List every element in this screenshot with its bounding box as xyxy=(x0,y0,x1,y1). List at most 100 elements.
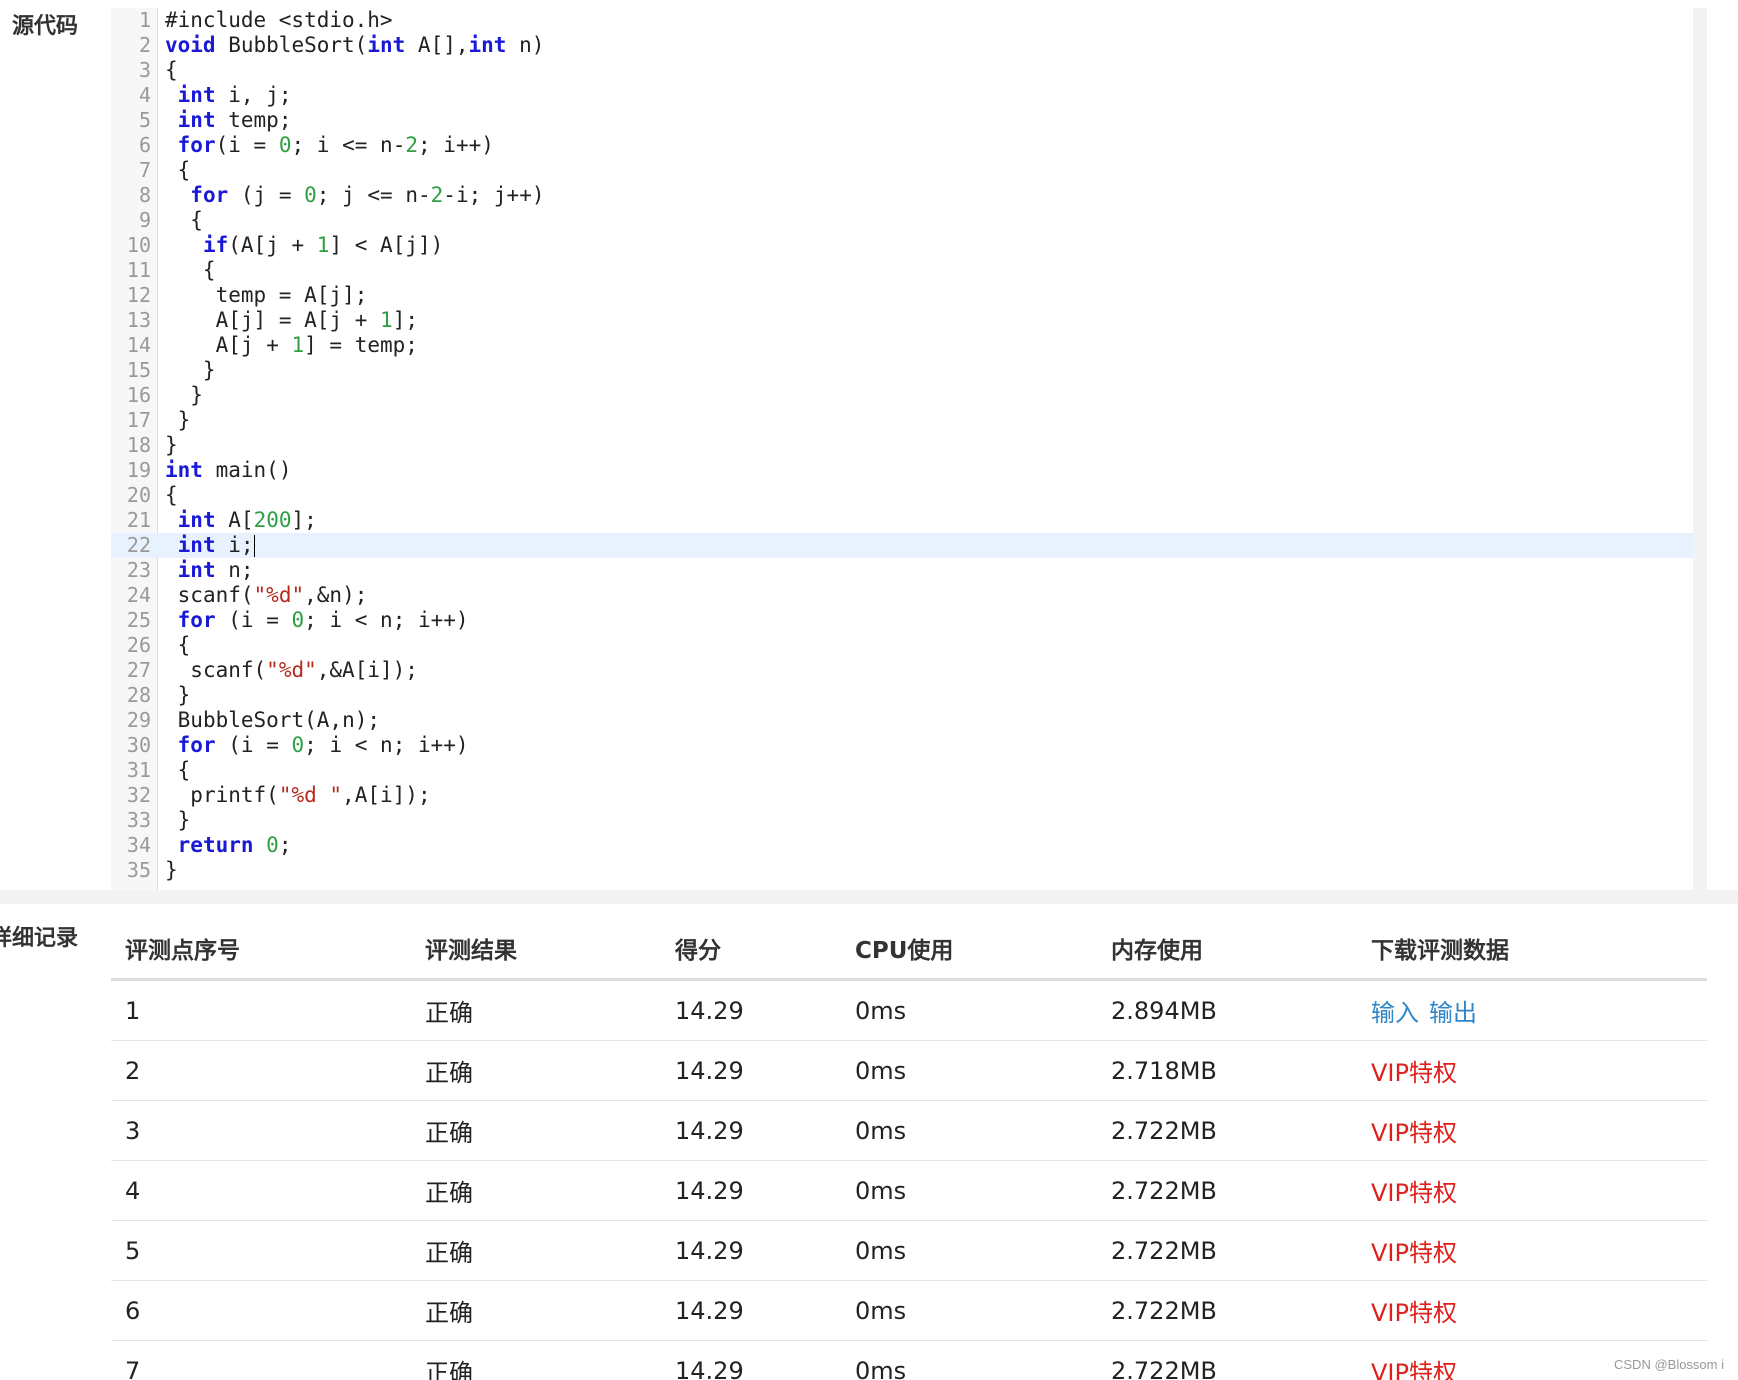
line-number: 6 xyxy=(138,133,151,157)
code-line: 24 scanf("%d",&n); xyxy=(111,583,1693,608)
line-number: 28 xyxy=(126,683,151,707)
code-line: 15 } xyxy=(111,358,1693,383)
code-line: 2 void BubbleSort(int A[],int n) xyxy=(111,33,1693,58)
code-line: 31 { xyxy=(111,758,1693,783)
vip-privilege-link[interactable]: VIP特权 xyxy=(1371,1293,1457,1328)
code-line: 4 int i, j; xyxy=(111,83,1693,108)
code-text: for (j = 0; j <= n-2-i; j++) xyxy=(190,183,545,207)
line-number: 35 xyxy=(126,858,151,882)
code-line: 1 #include <stdio.h> xyxy=(111,8,1693,33)
line-number: 14 xyxy=(126,333,151,357)
code-line: 21 int A[200]; xyxy=(111,508,1693,533)
code-line: 12 temp = A[j]; xyxy=(111,283,1693,308)
line-number: 7 xyxy=(138,158,151,182)
code-text: BubbleSort(A,n); xyxy=(177,708,381,732)
vip-privilege-link[interactable]: VIP特权 xyxy=(1371,1113,1457,1148)
section-divider xyxy=(0,890,1738,904)
table-row: 5 正确 14.29 0ms 2.722MB VIP特权 xyxy=(111,1221,1707,1281)
code-line: 5 int temp; xyxy=(111,108,1693,133)
text-cursor xyxy=(253,535,255,557)
code-text: { xyxy=(165,208,203,232)
memory-cell: 2.722MB xyxy=(1111,1296,1217,1325)
code-text: int i, j; xyxy=(177,83,292,107)
score-cell: 14.29 xyxy=(675,1056,744,1085)
cpu-cell: 0ms xyxy=(855,996,907,1025)
header-cpu: CPU使用 xyxy=(855,938,954,964)
download-cell: VIP特权 xyxy=(1371,1161,1457,1220)
case-id-cell: 1 xyxy=(125,996,141,1025)
line-number: 23 xyxy=(126,558,151,582)
code-line: 13 A[j] = A[j + 1]; xyxy=(111,308,1693,333)
code-line: 20 { xyxy=(111,483,1693,508)
code-text: A[j + 1] = temp; xyxy=(215,333,418,357)
result-cell: 正确 xyxy=(425,1119,473,1147)
code-line: 8 for (j = 0; j <= n-2-i; j++) xyxy=(111,183,1693,208)
line-number: 27 xyxy=(126,658,151,682)
code-text: if(A[j + 1] < A[j]) xyxy=(202,233,444,257)
code-line: 22 int i; xyxy=(111,533,1693,558)
download-output-link[interactable]: 输出 xyxy=(1429,993,1477,1028)
download-cell: VIP特权 xyxy=(1371,1221,1457,1280)
score-cell: 14.29 xyxy=(675,1236,744,1265)
result-cell: 正确 xyxy=(425,1299,473,1327)
code-text: scanf("%d",&n); xyxy=(177,583,368,607)
score-cell: 14.29 xyxy=(675,1356,744,1380)
code-text: } xyxy=(165,358,216,382)
code-text: { xyxy=(165,483,178,507)
header-score: 得分 xyxy=(675,938,721,964)
line-number: 3 xyxy=(138,58,151,82)
code-text: { xyxy=(165,58,178,82)
header-memory: 内存使用 xyxy=(1111,938,1203,964)
score-cell: 14.29 xyxy=(675,996,744,1025)
code-line: 35} xyxy=(111,858,1693,883)
code-line: 25 for (i = 0; i < n; i++) xyxy=(111,608,1693,633)
code-line: 29 BubbleSort(A,n); xyxy=(111,708,1693,733)
code-text: { xyxy=(165,758,191,782)
download-cell: VIP特权 xyxy=(1371,1041,1457,1100)
line-number: 24 xyxy=(126,583,151,607)
line-number: 17 xyxy=(126,408,151,432)
code-line: 30 for (i = 0; i < n; i++) xyxy=(111,733,1693,758)
line-number: 13 xyxy=(126,308,151,332)
code-line: 7 { xyxy=(111,158,1693,183)
case-id-cell: 7 xyxy=(125,1356,141,1380)
case-id-cell: 3 xyxy=(125,1116,141,1145)
memory-cell: 2.722MB xyxy=(1111,1356,1217,1380)
cpu-cell: 0ms xyxy=(855,1296,907,1325)
line-number: 4 xyxy=(138,83,151,107)
code-line: 28 } xyxy=(111,683,1693,708)
vip-privilege-link[interactable]: VIP特权 xyxy=(1371,1053,1457,1088)
download-input-link[interactable]: 输入 xyxy=(1371,993,1419,1028)
line-number: 16 xyxy=(126,383,151,407)
code-text: for (i = 0; i < n; i++) xyxy=(177,608,469,632)
table-row: 3 正确 14.29 0ms 2.722MB VIP特权 xyxy=(111,1101,1707,1161)
line-number: 8 xyxy=(138,183,151,207)
code-line: 23 int n; xyxy=(111,558,1693,583)
score-cell: 14.29 xyxy=(675,1296,744,1325)
judge-result-page: 源代码 1 #include <stdio.h> 2 void BubbleSort(… xyxy=(0,0,1738,1380)
code-editor[interactable]: 1 #include <stdio.h> 2 void BubbleSort(int … xyxy=(111,8,1707,890)
code-line: 14 A[j + 1] = temp; xyxy=(111,333,1693,358)
cpu-cell: 0ms xyxy=(855,1356,907,1380)
result-cell: 正确 xyxy=(425,999,473,1027)
header-download: 下载评测数据 xyxy=(1371,938,1509,964)
code-lines: 1 #include <stdio.h> 2 void BubbleSort(int … xyxy=(111,8,1693,883)
code-text: A[j] = A[j + 1]; xyxy=(215,308,418,332)
code-text: int temp; xyxy=(177,108,292,132)
line-number: 31 xyxy=(126,758,151,782)
code-text: int A[200]; xyxy=(177,508,317,532)
line-number: 10 xyxy=(126,233,151,257)
code-text: for (i = 0; i < n; i++) xyxy=(177,733,469,757)
vip-privilege-link[interactable]: VIP特权 xyxy=(1371,1173,1457,1208)
memory-cell: 2.722MB xyxy=(1111,1116,1217,1145)
vip-privilege-link[interactable]: VIP特权 xyxy=(1371,1233,1457,1268)
download-cell: VIP特权 xyxy=(1371,1341,1457,1380)
table-row: 1 正确 14.29 0ms 2.894MB 输入 输出 xyxy=(111,981,1707,1041)
table-body: 1 正确 14.29 0ms 2.894MB 输入 输出 2 正确 14.29 0ms 2.718MB… xyxy=(111,981,1707,1380)
code-text: { xyxy=(165,258,216,282)
code-line: 3{ xyxy=(111,58,1693,83)
code-text: } xyxy=(165,383,203,407)
line-number: 12 xyxy=(126,283,151,307)
line-number: 15 xyxy=(126,358,151,382)
vip-privilege-link[interactable]: VIP特权 xyxy=(1371,1353,1457,1380)
